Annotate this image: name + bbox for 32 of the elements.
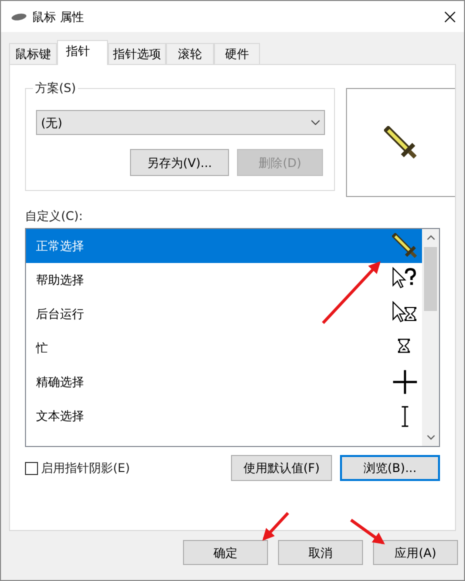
dialog-button[interactable]: 确定 bbox=[183, 540, 268, 565]
checkbox[interactable] bbox=[25, 462, 38, 474]
annotation-arrow bbox=[262, 512, 290, 541]
list-button[interactable]: 使用默认值(F) bbox=[231, 455, 332, 481]
scrollbar[interactable] bbox=[422, 229, 439, 446]
checkbox-label[interactable]: 启用指针阴影(E) bbox=[41, 459, 130, 477]
group-label: 方案(S) bbox=[33, 80, 78, 96]
text-cursor-icon bbox=[401, 406, 409, 426]
cursor-row[interactable]: 正常选择 bbox=[26, 229, 422, 263]
tab[interactable]: 硬件 bbox=[214, 43, 260, 65]
chevron-down-icon bbox=[311, 120, 320, 125]
tab[interactable]: 滚轮 bbox=[166, 43, 214, 65]
tab[interactable]: 指针选项 bbox=[108, 43, 166, 65]
scheme-dropdown[interactable]: (无) bbox=[36, 110, 325, 135]
customize-label: 自定义(C): bbox=[25, 208, 84, 224]
sword-icon bbox=[392, 233, 418, 259]
scroll-thumb[interactable] bbox=[424, 247, 437, 311]
dialog-button[interactable]: 取消 bbox=[278, 540, 363, 565]
annotation-arrow bbox=[350, 518, 385, 544]
sword-icon bbox=[384, 126, 418, 160]
close-icon[interactable] bbox=[444, 10, 456, 22]
mouse-icon bbox=[11, 12, 27, 20]
scroll-up-icon[interactable] bbox=[426, 235, 434, 240]
dialog-button[interactable]: 应用(A) bbox=[373, 540, 458, 565]
scroll-down-icon[interactable] bbox=[426, 435, 434, 440]
window-title: 鼠标 属性 bbox=[32, 8, 84, 26]
crosshair-icon bbox=[392, 369, 418, 395]
tab[interactable]: 鼠标键 bbox=[9, 43, 57, 65]
list-button[interactable]: 浏览(B)... bbox=[340, 455, 440, 481]
scheme-button[interactable]: 另存为(V)... bbox=[130, 149, 229, 176]
tab[interactable]: 指针 bbox=[57, 40, 108, 65]
annotation-arrow bbox=[322, 261, 381, 324]
